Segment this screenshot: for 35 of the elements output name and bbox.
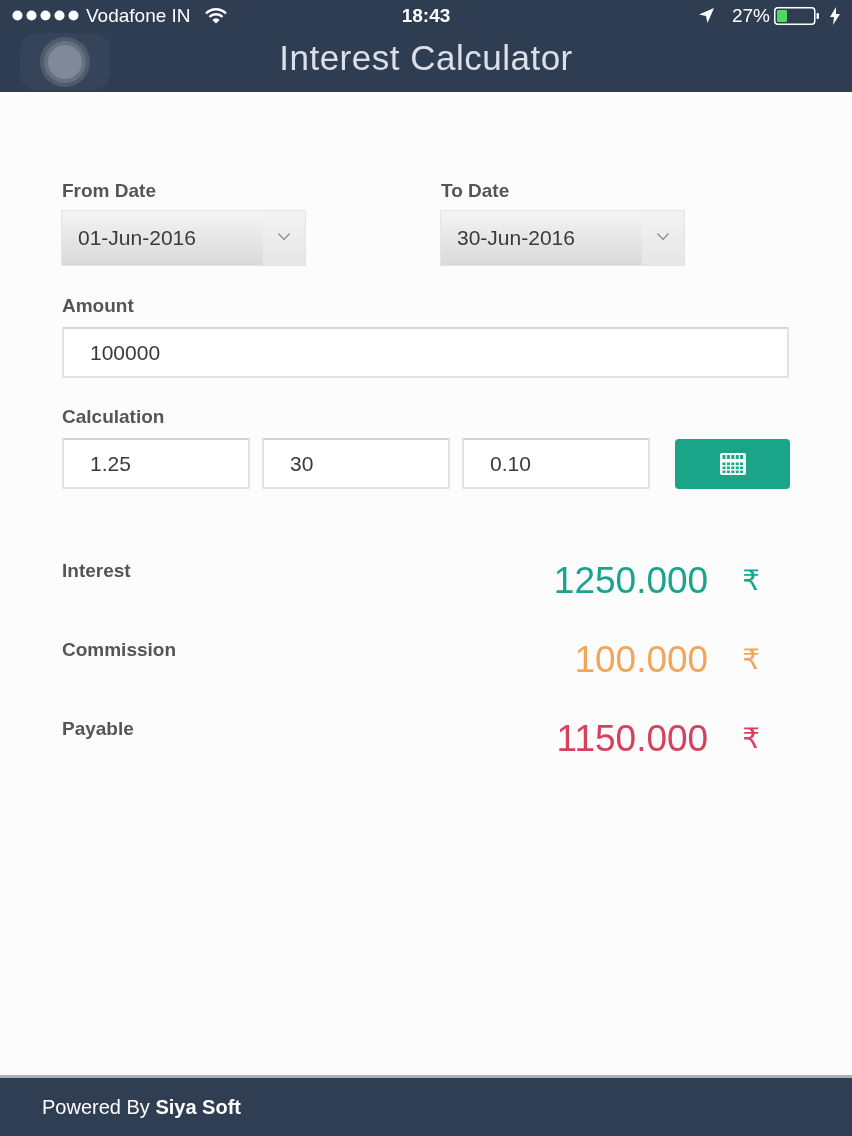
calculator-icon — [719, 452, 746, 475]
field-label: Calculation — [62, 406, 165, 428]
calculation-input[interactable]: 1.25 — [62, 438, 250, 489]
chevron-down-icon — [657, 232, 669, 240]
app-title: Interest Calculator — [279, 36, 573, 79]
signal-dots-icon — [12, 10, 80, 22]
location-arrow-icon — [698, 8, 714, 24]
result-label: Commission — [62, 639, 177, 661]
date-select[interactable]: 30-Jun-2016 — [441, 211, 684, 265]
currency-symbol: ₹ — [742, 721, 760, 757]
result-label: Payable — [62, 718, 134, 740]
calculate-button[interactable] — [675, 438, 790, 489]
field-label: From Date — [62, 180, 156, 202]
calculation-input[interactable]: 0.10 — [462, 438, 650, 489]
charging-bolt-icon — [830, 6, 840, 25]
result-value: 1250.000 — [553, 559, 709, 603]
field-label: Amount — [62, 295, 134, 317]
carrier-name: Vodafone IN — [86, 3, 191, 28]
floating-touch-button[interactable] — [20, 33, 110, 90]
field-label: To Date — [441, 180, 510, 202]
chevron-down-icon — [278, 232, 290, 240]
battery-icon — [774, 6, 820, 25]
circle-icon — [40, 36, 90, 87]
result-label: Interest — [62, 560, 131, 582]
result-value: 1150.000 — [556, 717, 709, 761]
battery-percent: 27% — [731, 3, 770, 28]
date-select[interactable]: 01-Jun-2016 — [62, 211, 305, 265]
result-value: 100.000 — [574, 638, 709, 682]
amount-input[interactable]: 100000 — [62, 327, 789, 378]
clock-time: 18:43 — [401, 3, 451, 28]
currency-symbol: ₹ — [742, 563, 760, 599]
wifi-icon — [204, 7, 227, 24]
powered-by-text: Powered By Siya Soft — [42, 1095, 241, 1120]
currency-symbol: ₹ — [742, 642, 760, 678]
calculation-input[interactable]: 30 — [262, 438, 450, 489]
